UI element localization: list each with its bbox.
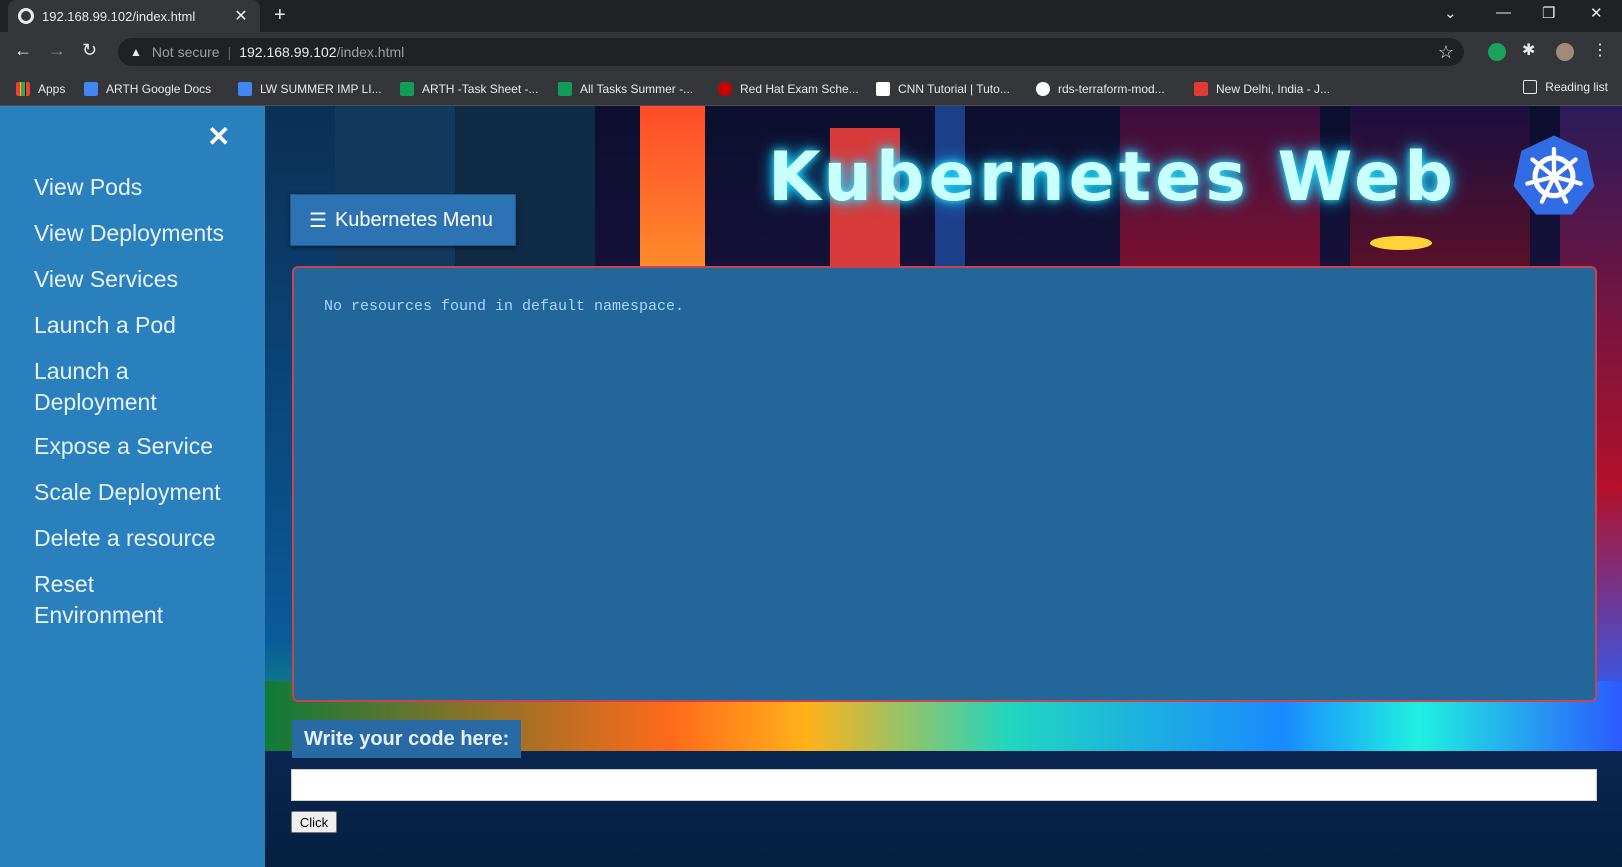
docs-icon bbox=[84, 82, 98, 96]
sheets-icon bbox=[558, 82, 572, 96]
globe-icon bbox=[18, 8, 34, 24]
bookmark-label: CNN Tutorial | Tuto... bbox=[898, 82, 1010, 96]
bookmark-label: All Tasks Summer -... bbox=[580, 82, 694, 96]
bookmark-label: Red Hat Exam Sche... bbox=[740, 82, 859, 96]
sidebar-item-launch-pod[interactable]: Launch a Pod bbox=[34, 310, 259, 341]
click-button[interactable]: Click bbox=[291, 811, 337, 833]
grammarly-icon[interactable] bbox=[1488, 43, 1506, 61]
sidebar-item-reset-environment[interactable]: Reset Environment bbox=[34, 569, 194, 631]
url-path: /index.html bbox=[336, 44, 405, 60]
weather-icon bbox=[1194, 82, 1208, 96]
url-host: 192.168.99.102 bbox=[239, 44, 337, 60]
reading-list[interactable]: Reading list bbox=[1523, 80, 1608, 94]
tab-close-icon[interactable]: ✕ bbox=[232, 6, 250, 26]
maximize-icon[interactable]: ❐ bbox=[1542, 4, 1555, 22]
bookmark-item[interactable]: All Tasks Summer -... bbox=[558, 80, 693, 98]
bookmark-apps[interactable]: Apps bbox=[16, 80, 65, 98]
bookmark-label: rds-terraform-mod... bbox=[1058, 82, 1165, 96]
extensions-icon[interactable]: ✱ bbox=[1522, 40, 1540, 59]
code-label: Write your code here: bbox=[292, 720, 522, 758]
warning-icon: ▲ bbox=[130, 45, 142, 59]
reading-list-label: Reading list bbox=[1545, 80, 1608, 94]
kubernetes-logo-icon bbox=[1513, 135, 1595, 215]
browser-toolbar: ← → ↻ ▲ Not secure | 192.168.99.102 /ind… bbox=[0, 32, 1622, 72]
more-menu-icon[interactable]: ⋮ bbox=[1592, 40, 1610, 59]
bookmark-item[interactable]: ARTH -Task Sheet -... bbox=[400, 80, 538, 98]
divider: | bbox=[227, 44, 232, 60]
page-viewport: ✕ View Pods View Deployments View Servic… bbox=[0, 106, 1622, 867]
sidebar-item-launch-deployment[interactable]: Launch a Deployment bbox=[34, 356, 194, 418]
page-title: Kubernetes Web bbox=[768, 138, 1457, 217]
bookmark-item[interactable]: LW SUMMER IMP LI... bbox=[238, 80, 382, 98]
bookmark-item[interactable]: Red Hat Exam Sche... bbox=[718, 80, 859, 98]
sidebar-item-expose-service[interactable]: Expose a Service bbox=[34, 431, 259, 462]
sidebar-item-view-deployments[interactable]: View Deployments bbox=[34, 218, 259, 249]
reload-icon[interactable]: ↻ bbox=[82, 40, 97, 61]
sidebar-item-view-pods[interactable]: View Pods bbox=[34, 172, 259, 203]
security-label: Not secure bbox=[151, 44, 220, 60]
bookmark-item[interactable]: New Delhi, India - J... bbox=[1194, 80, 1330, 98]
redhat-icon bbox=[718, 82, 732, 96]
browser-tab[interactable]: 192.168.99.102/index.html ✕ bbox=[8, 0, 260, 32]
bookmark-label: LW SUMMER IMP LI... bbox=[260, 82, 382, 96]
tutorial-icon bbox=[876, 82, 890, 96]
reading-list-icon bbox=[1523, 80, 1538, 94]
output-panel: No resources found in default namespace. bbox=[292, 266, 1597, 702]
bookmark-item[interactable]: CNN Tutorial | Tuto... bbox=[876, 80, 1010, 98]
sheets-icon bbox=[400, 82, 414, 96]
bookmark-item[interactable]: rds-terraform-mod... bbox=[1036, 80, 1165, 98]
browser-tab-bar: 192.168.99.102/index.html ✕ + ⌄ — ❐ ✕ bbox=[0, 0, 1622, 32]
kubernetes-menu-button[interactable]: ☰ Kubernetes Menu bbox=[290, 194, 516, 246]
bookmark-label: Apps bbox=[38, 82, 66, 96]
sidebar-item-scale-deployment[interactable]: Scale Deployment bbox=[34, 477, 259, 508]
forward-icon[interactable]: → bbox=[48, 40, 66, 61]
apps-grid-icon bbox=[16, 82, 30, 96]
hamburger-icon: ☰ bbox=[309, 209, 327, 232]
window-close-icon[interactable]: ✕ bbox=[1590, 4, 1603, 22]
bookmark-star-icon[interactable]: ☆ bbox=[1438, 42, 1454, 63]
github-icon bbox=[1036, 82, 1050, 96]
bookmarks-bar: Apps ARTH Google Docs LW SUMMER IMP LI..… bbox=[0, 72, 1622, 106]
minimize-icon[interactable]: — bbox=[1496, 4, 1511, 21]
bookmark-item[interactable]: ARTH Google Docs bbox=[84, 80, 211, 98]
sidebar-close-icon[interactable]: ✕ bbox=[207, 120, 230, 153]
back-icon[interactable]: ← bbox=[14, 40, 32, 61]
docs-icon bbox=[238, 82, 252, 96]
bookmark-label: New Delhi, India - J... bbox=[1216, 82, 1331, 96]
address-bar[interactable]: ▲ Not secure | 192.168.99.102 /index.htm… bbox=[118, 38, 1464, 66]
menu-button-label: Kubernetes Menu bbox=[334, 208, 493, 231]
sidebar-item-delete-resource[interactable]: Delete a resource bbox=[34, 523, 259, 554]
sidebar: ✕ View Pods View Deployments View Servic… bbox=[0, 106, 265, 867]
output-text: No resources found in default namespace. bbox=[324, 298, 685, 315]
new-tab-button[interactable]: + bbox=[274, 4, 286, 27]
sidebar-item-view-services[interactable]: View Services bbox=[34, 264, 259, 295]
bookmark-label: ARTH -Task Sheet -... bbox=[422, 82, 539, 96]
profile-dropdown-icon[interactable]: ⌄ bbox=[1444, 4, 1457, 22]
tab-title: 192.168.99.102/index.html bbox=[42, 8, 196, 24]
code-input[interactable] bbox=[291, 769, 1597, 801]
bookmark-label: ARTH Google Docs bbox=[106, 82, 212, 96]
avatar[interactable] bbox=[1556, 43, 1574, 61]
